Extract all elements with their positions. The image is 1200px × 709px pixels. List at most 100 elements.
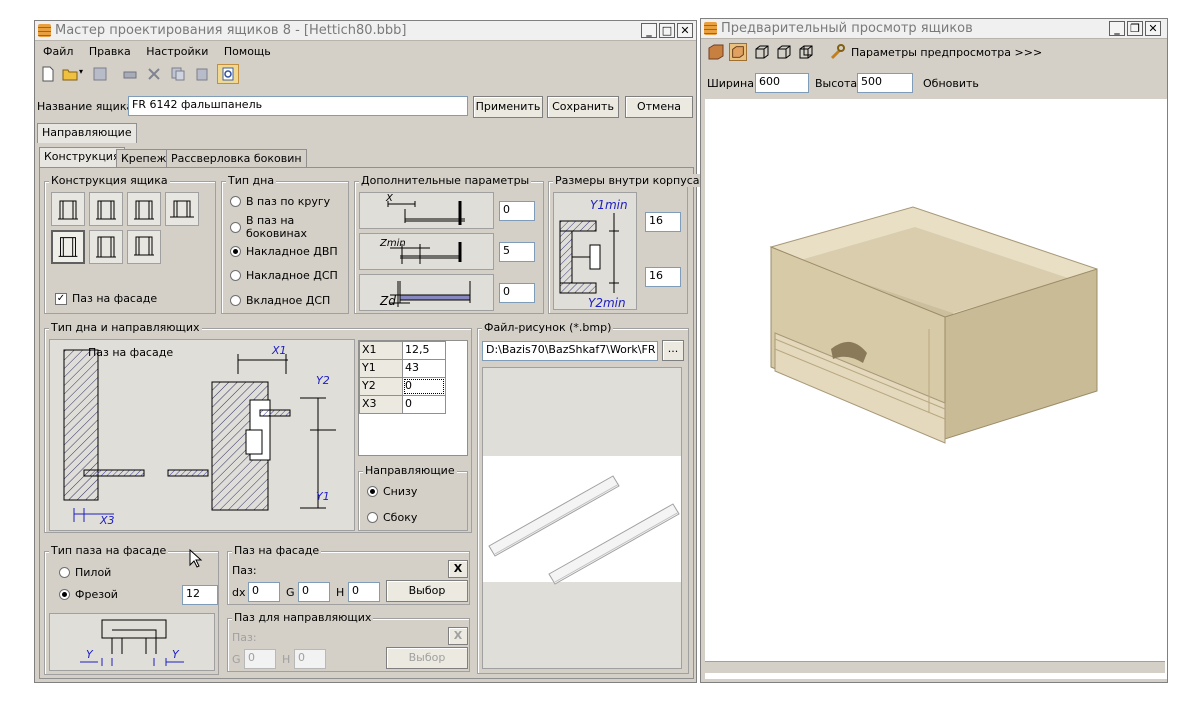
- menu-bar: Файл Правка Настройки Помощь: [35, 42, 696, 62]
- facade-h-input[interactable]: 0: [348, 582, 380, 602]
- guide-g-input[interactable]: 0: [244, 649, 276, 669]
- menu-file[interactable]: Файл: [37, 42, 79, 61]
- copy-icon[interactable]: [169, 65, 187, 83]
- box-name-input[interactable]: FR 6142 фальшпанель: [128, 96, 468, 116]
- bottom-type-radio-4[interactable]: [230, 270, 241, 281]
- facade-groove-select-button[interactable]: Выбор: [386, 580, 468, 602]
- facade-g-label: G: [286, 586, 295, 599]
- guides-side-radio[interactable]: [367, 512, 378, 523]
- construction-variant-6[interactable]: [89, 230, 123, 264]
- table-value-x1[interactable]: 12,5: [402, 341, 446, 360]
- preview-settings-wrench-icon[interactable]: [829, 43, 847, 61]
- maximize-button[interactable]: □: [659, 23, 675, 38]
- construction-variant-7[interactable]: [127, 230, 161, 264]
- paste-icon[interactable]: [193, 65, 211, 83]
- preview-refresh-button[interactable]: Обновить: [923, 77, 979, 90]
- browse-button[interactable]: ...: [662, 340, 684, 361]
- cut-icon[interactable]: [145, 65, 163, 83]
- inner-sizes-diagram: Y1min Y2min: [553, 192, 637, 310]
- facade-dx-input[interactable]: 0: [248, 582, 280, 602]
- groove-size-input[interactable]: 12: [182, 585, 218, 605]
- guide-groove-select-button[interactable]: Выбор: [386, 647, 468, 669]
- extra-param-zmin-label: Zmin: [379, 238, 406, 249]
- facade-g-input[interactable]: 0: [298, 582, 330, 602]
- tab-side-drilling[interactable]: Рассверловка боковин: [166, 149, 307, 167]
- guide-picture: [482, 367, 682, 669]
- inner-size-y1-input[interactable]: 16: [645, 212, 681, 232]
- guides-position-title: Направляющие: [363, 464, 457, 477]
- tab-guides[interactable]: Направляющие: [37, 123, 137, 143]
- table-value-y2[interactable]: 0: [402, 377, 446, 396]
- save-button[interactable]: Сохранить: [547, 96, 619, 118]
- table-value-y1[interactable]: 43: [402, 359, 446, 378]
- preview-width-label: Ширина: [707, 77, 754, 90]
- extra-param-zd-input[interactable]: 0: [499, 283, 535, 303]
- preview-width-input[interactable]: 600: [755, 73, 809, 93]
- extra-params-group: Дополнительные параметры X 0 Zmin 5 Zd 0: [354, 174, 544, 314]
- preview-viewport[interactable]: [705, 99, 1167, 679]
- bottom-type-radio-1[interactable]: [230, 196, 241, 207]
- menu-settings[interactable]: Настройки: [140, 42, 214, 61]
- print-icon[interactable]: [121, 65, 139, 83]
- file-path-input[interactable]: D:\Bazis70\BazShkaf7\Work\FR 6:: [482, 341, 658, 361]
- bottom-type-option-5: Вкладное ДСП: [246, 294, 331, 307]
- guide-groove-label: Паз:: [232, 631, 257, 644]
- tab-fasteners[interactable]: Крепеж: [116, 149, 172, 167]
- preview-toolbar: Параметры предпросмотра >>>: [701, 41, 1167, 65]
- preview-window: Предварительный просмотр ящиков _ ❐ ✕ Па…: [700, 18, 1168, 683]
- preview-scrollbar[interactable]: [705, 661, 1165, 673]
- view-shaded-icon[interactable]: [729, 43, 747, 61]
- construction-variant-1[interactable]: [51, 192, 85, 226]
- guide-h-label: H: [282, 653, 291, 666]
- bottom-type-radio-5[interactable]: [230, 295, 241, 306]
- facade-groove-title: Паз на фасаде: [232, 544, 322, 557]
- save-icon[interactable]: [91, 65, 109, 83]
- groove-mill-radio[interactable]: [59, 589, 70, 600]
- main-window-title: Мастер проектирования ящиков 8 - [Hettic…: [55, 23, 407, 38]
- view-edges-icon[interactable]: [797, 43, 815, 61]
- close-button[interactable]: ✕: [677, 23, 693, 38]
- bottom-type-radio-2[interactable]: [230, 222, 241, 233]
- preview-restore-button[interactable]: ❐: [1127, 21, 1143, 36]
- extra-param-zmin-diagram: Zmin: [359, 233, 494, 270]
- apply-button[interactable]: Применить: [473, 96, 543, 118]
- guide-h-input[interactable]: 0: [294, 649, 326, 669]
- bottom-type-option-1: В паз по кругу: [246, 195, 331, 208]
- view-wire-hidden-icon[interactable]: [775, 43, 793, 61]
- facade-groove-checkbox[interactable]: ✓: [55, 293, 67, 305]
- extra-param-zmin-input[interactable]: 5: [499, 242, 535, 262]
- preview-close-button[interactable]: ✕: [1145, 21, 1161, 36]
- guides-bottom-radio[interactable]: [367, 486, 378, 497]
- menu-help[interactable]: Помощь: [218, 42, 277, 61]
- construction-variant-5[interactable]: [51, 230, 85, 264]
- main-title-bar[interactable]: Мастер проектирования ящиков 8 - [Hettic…: [35, 21, 696, 41]
- inner-size-y2-input[interactable]: 16: [645, 267, 681, 287]
- open-dropdown-icon[interactable]: ▾: [79, 67, 83, 76]
- preview-icon[interactable]: [217, 64, 239, 84]
- construction-variant-3[interactable]: [127, 192, 161, 226]
- minimize-button[interactable]: _: [641, 23, 657, 38]
- construction-variant-4[interactable]: [165, 192, 199, 226]
- extra-param-x-input[interactable]: 0: [499, 201, 535, 221]
- preview-params-link[interactable]: Параметры предпросмотра >>>: [851, 46, 1042, 59]
- view-solid-icon[interactable]: [707, 43, 725, 61]
- preview-height-input[interactable]: 500: [857, 73, 913, 93]
- preview-title-bar[interactable]: Предварительный просмотр ящиков: [701, 19, 1167, 39]
- cancel-button[interactable]: Отмена: [625, 96, 693, 118]
- open-folder-icon[interactable]: [61, 65, 79, 83]
- groove-saw-radio[interactable]: [59, 567, 70, 578]
- new-file-icon[interactable]: [39, 65, 57, 83]
- menu-edit[interactable]: Правка: [83, 42, 137, 61]
- tab-construction[interactable]: Конструкция: [39, 147, 125, 167]
- view-wire-icon[interactable]: [753, 43, 771, 61]
- bottom-guides-title: Тип дна и направляющих: [49, 321, 202, 334]
- bottom-type-option-4: Накладное ДСП: [246, 269, 338, 282]
- construction-variant-2[interactable]: [89, 192, 123, 226]
- preview-minimize-button[interactable]: _: [1109, 21, 1125, 36]
- bottom-type-radio-3[interactable]: [230, 246, 241, 257]
- inner-sizes-group: Размеры внутри корпуса Y1min Y2min 16 16: [548, 174, 702, 314]
- facade-groove-close-button[interactable]: X: [448, 560, 468, 578]
- table-value-x3[interactable]: 0: [402, 395, 446, 414]
- groove-y-right-label: Y: [172, 648, 180, 661]
- guide-groove-close-button[interactable]: X: [448, 627, 468, 645]
